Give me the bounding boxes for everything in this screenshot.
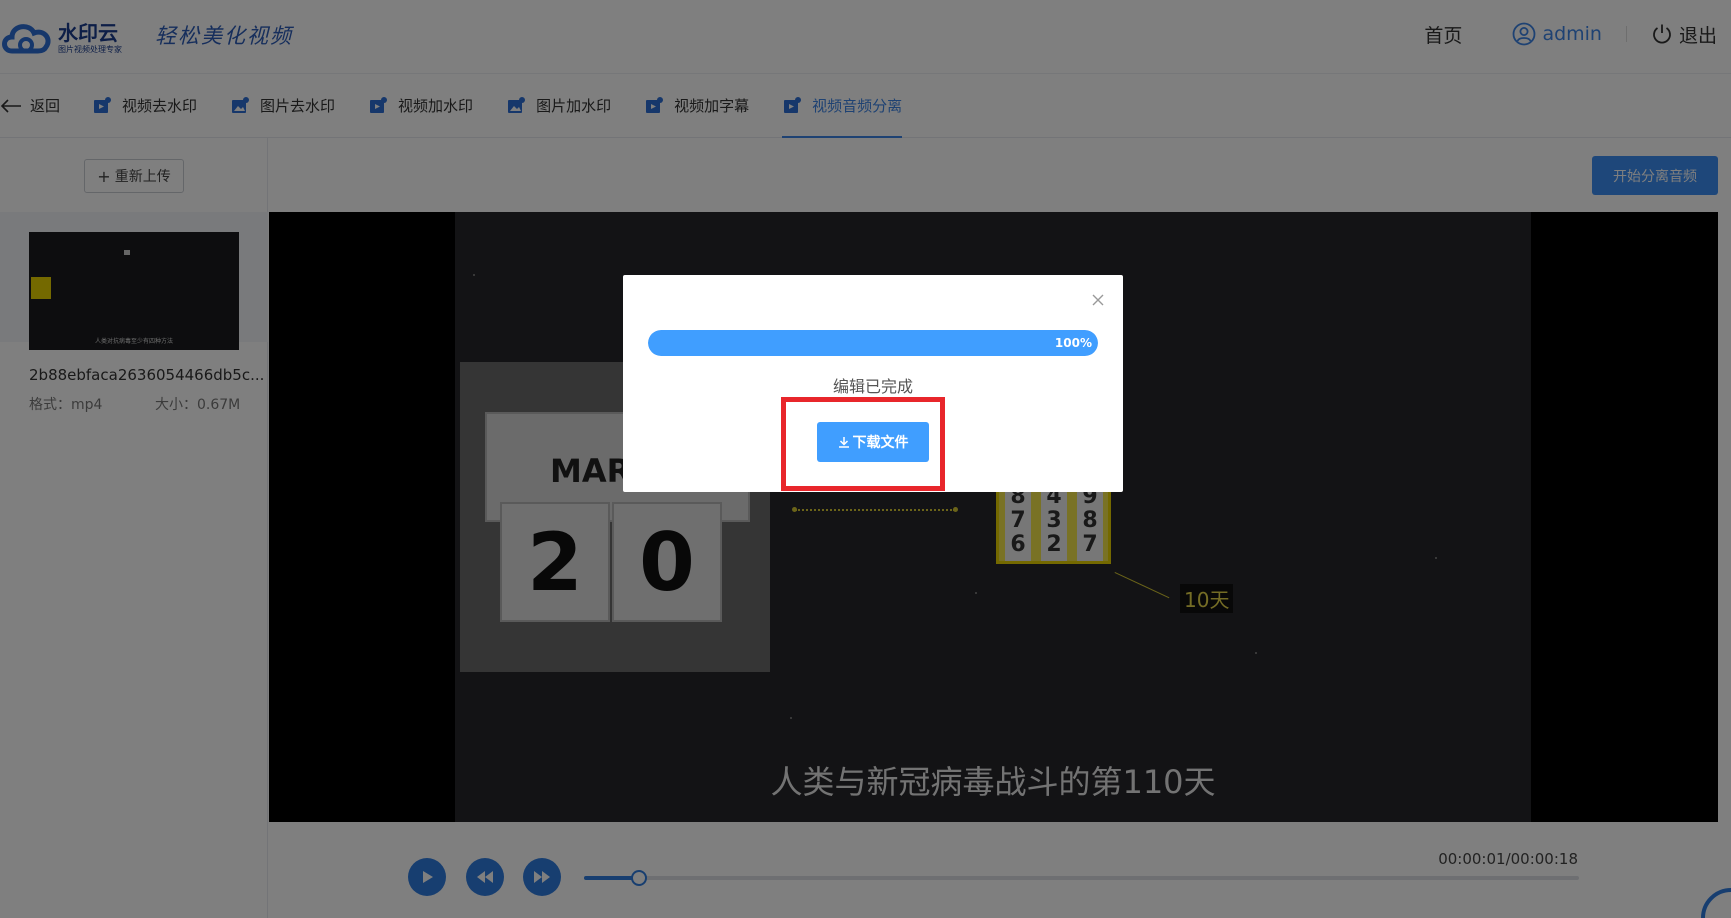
status-text: 编辑已完成 [832, 377, 913, 396]
highlight-box [781, 397, 945, 491]
progress-fill [648, 330, 1098, 356]
progress-percent: 100% [1054, 336, 1092, 350]
close-icon[interactable] [1091, 293, 1105, 307]
export-progress-bar: 100% [648, 330, 1098, 356]
